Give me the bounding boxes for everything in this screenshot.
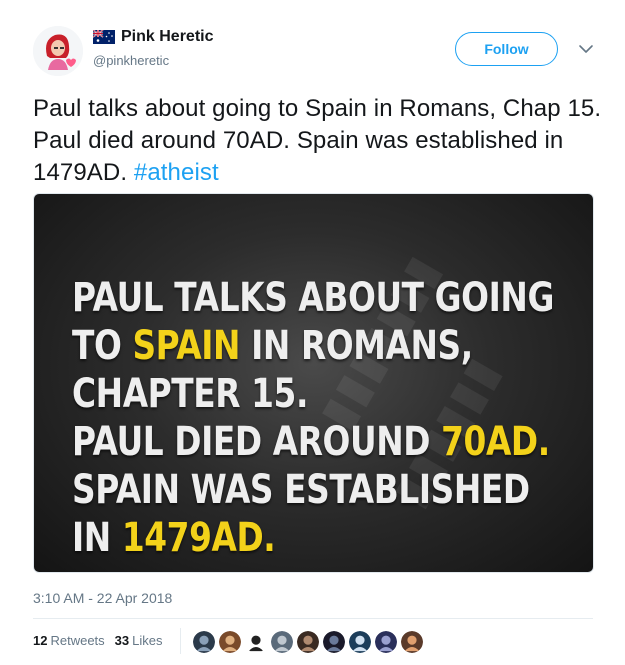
liker-avatar[interactable] — [400, 630, 424, 654]
liker-avatar[interactable] — [322, 630, 346, 654]
image-caption-highlight: 1479AD. — [121, 515, 276, 561]
author-name-row: Pink Heretic — [93, 28, 213, 46]
liker-avatar[interactable] — [244, 630, 268, 654]
tweet-body: Paul talks about going to Spain in Roman… — [33, 95, 602, 186]
image-caption-line: IN 1479AD. — [72, 514, 554, 562]
follow-button[interactable]: Follow — [455, 32, 558, 66]
likes-count: 33 — [114, 633, 130, 648]
hashtag-link[interactable]: #atheist — [134, 159, 219, 186]
author-display-name[interactable]: Pink Heretic — [121, 28, 213, 46]
likes-stat[interactable]: 33 Likes — [115, 633, 163, 648]
tweet-timestamp[interactable]: 3:10 AM - 22 Apr 2018 — [33, 590, 172, 606]
stats-separator — [180, 628, 181, 654]
likes-label: Likes — [132, 633, 163, 648]
tweet-card: Pink Heretic @pinkheretic Follow Paul ta… — [0, 0, 625, 665]
image-caption-segment: IN ROMANS, — [240, 323, 473, 369]
liker-avatar[interactable] — [374, 630, 398, 654]
liker-avatar[interactable] — [348, 630, 372, 654]
retweets-label: Retweets — [50, 633, 105, 648]
image-caption-line: SPAIN WAS ESTABLISHED — [72, 466, 554, 514]
image-caption-highlight: 70AD. — [441, 419, 550, 465]
image-caption-text: PAUL TALKS ABOUT GOING TO SPAIN IN ROMANS… — [72, 274, 554, 562]
image-caption-line: CHAPTER 15. — [72, 370, 554, 418]
user-avatar[interactable] — [33, 26, 83, 76]
retweets-stat[interactable]: 12 Retweets — [33, 633, 105, 648]
liker-avatar[interactable] — [270, 630, 294, 654]
tweet-image[interactable]: ▮▮▮▮▮▮▮ ▮▮▮▮▮▮ PAUL TALKS ABOUT GOING TO … — [33, 193, 594, 573]
chevron-down-icon[interactable] — [577, 40, 595, 58]
liker-avatar[interactable] — [218, 630, 242, 654]
image-caption-line: PAUL DIED AROUND 70AD. — [72, 418, 554, 466]
image-caption-segment: SPAIN WAS ESTABLISHED — [72, 467, 530, 513]
liker-avatar[interactable] — [296, 630, 320, 654]
liker-avatars — [192, 630, 426, 654]
avatar-illustration — [33, 26, 83, 76]
tweet-stats: 12 Retweets 33 Likes — [33, 633, 173, 648]
image-caption-line: TO SPAIN IN ROMANS, — [72, 322, 554, 370]
image-caption-highlight: SPAIN — [132, 323, 241, 369]
liker-avatar[interactable] — [192, 630, 216, 654]
image-caption-segment: TO — [72, 323, 133, 369]
image-caption-segment: PAUL TALKS ABOUT GOING — [72, 275, 554, 321]
divider — [33, 618, 593, 619]
image-caption-segment: IN — [72, 515, 122, 561]
tweet-text: Paul talks about going to Spain in Roman… — [33, 93, 603, 189]
image-caption-segment: PAUL DIED AROUND — [72, 419, 442, 465]
australia-flag-icon — [93, 30, 115, 44]
author-handle[interactable]: @pinkheretic — [93, 53, 169, 68]
image-caption-line: PAUL TALKS ABOUT GOING — [72, 274, 554, 322]
image-caption-segment: CHAPTER 15. — [72, 371, 309, 417]
retweets-count: 12 — [33, 633, 48, 648]
